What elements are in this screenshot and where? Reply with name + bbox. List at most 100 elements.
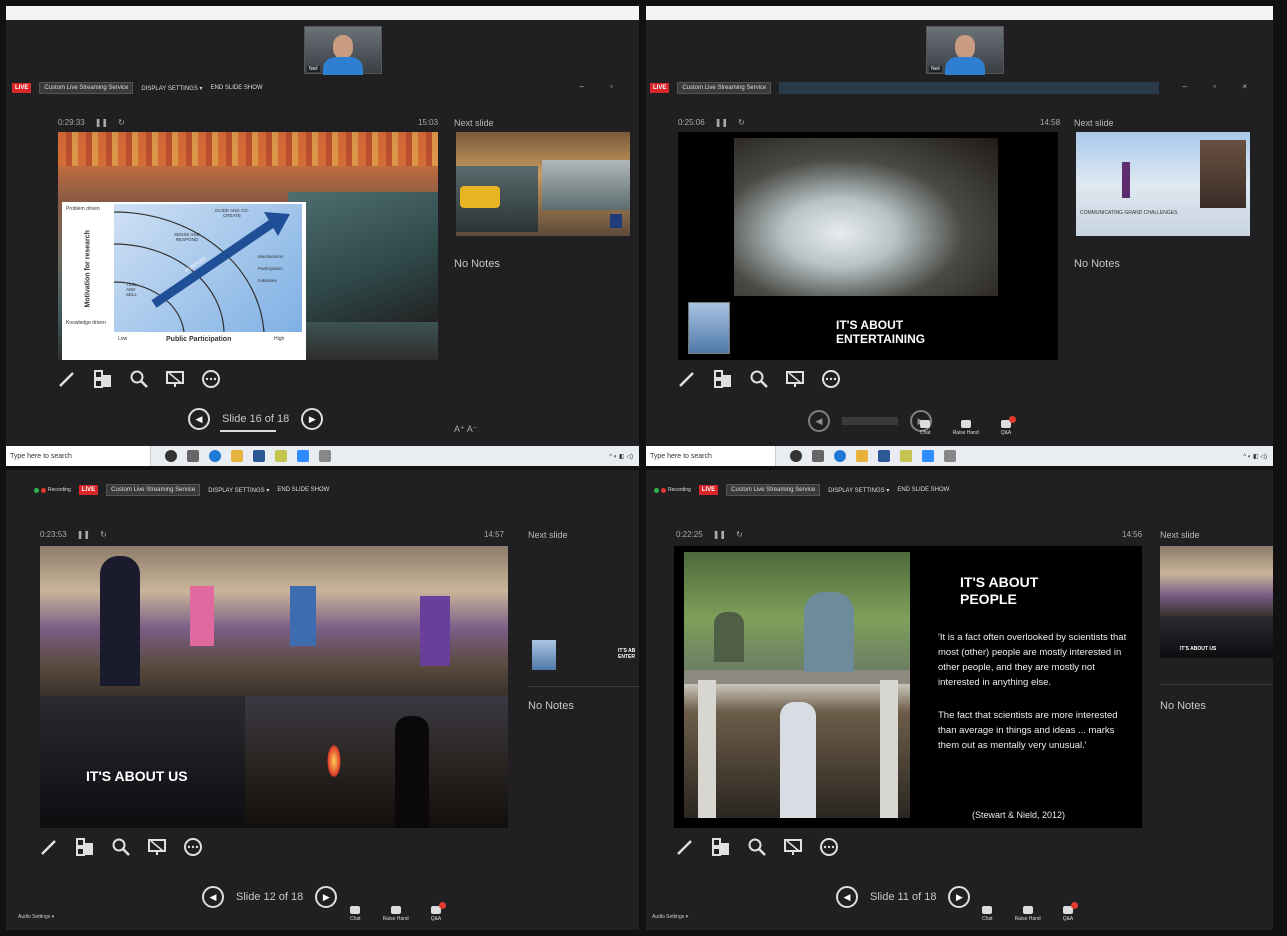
zoom-icon[interactable] bbox=[128, 368, 150, 390]
task-view-icon[interactable] bbox=[812, 450, 824, 462]
previous-slide-button[interactable]: ◀ bbox=[836, 886, 858, 908]
explorer-icon[interactable] bbox=[856, 450, 868, 462]
zoom-icon[interactable] bbox=[748, 368, 770, 390]
pen-icon[interactable] bbox=[38, 836, 60, 858]
pause-icon[interactable]: ❚❚ bbox=[77, 530, 90, 539]
presenter-toolbar: LIVE Custom Live Streaming Service – ▫ × bbox=[650, 80, 1273, 96]
app-icon[interactable] bbox=[944, 450, 956, 462]
taskbar-search[interactable]: Type here to search bbox=[646, 446, 776, 466]
presenter-view-slide-11: Recording LIVE Custom Live Streaming Ser… bbox=[646, 470, 1273, 930]
slide-tools bbox=[674, 836, 840, 858]
raise-hand-button[interactable]: Raise Hand bbox=[383, 906, 409, 922]
recording-indicator: Recording bbox=[34, 487, 71, 493]
stream-tab[interactable]: Custom Live Streaming Service bbox=[39, 82, 134, 94]
next-slide-label: Next slide bbox=[528, 530, 568, 540]
pause-icon[interactable]: ❚❚ bbox=[715, 118, 728, 127]
qa-button[interactable]: Q&A bbox=[1063, 902, 1078, 922]
more-options-icon[interactable] bbox=[182, 836, 204, 858]
more-options-icon[interactable] bbox=[820, 368, 842, 390]
next-slide-thumbnail[interactable] bbox=[456, 132, 630, 236]
text-size-icon[interactable]: A⁺ A⁻ bbox=[454, 424, 478, 435]
pen-icon[interactable] bbox=[676, 368, 698, 390]
pen-icon[interactable] bbox=[674, 836, 696, 858]
pause-icon[interactable]: ❚❚ bbox=[95, 118, 108, 127]
elapsed-timer: 0:23:53 ❚❚ ↻ bbox=[40, 530, 107, 539]
stream-tab[interactable]: Custom Live Streaming Service bbox=[726, 484, 821, 496]
previous-slide-button[interactable]: ◀ bbox=[202, 886, 224, 908]
cortana-icon[interactable] bbox=[790, 450, 802, 462]
black-screen-icon[interactable] bbox=[164, 368, 186, 390]
audio-settings-button[interactable]: Audio Settings ▾ bbox=[652, 914, 688, 920]
next-slide-button[interactable]: ▶ bbox=[301, 408, 324, 430]
black-screen-icon[interactable] bbox=[782, 836, 804, 858]
display-settings-button[interactable]: DISPLAY SETTINGS ▾ bbox=[141, 85, 202, 92]
chat-button[interactable]: Chat bbox=[350, 906, 361, 922]
elapsed-timer: 0:29:33 ❚❚ ↻ bbox=[58, 118, 125, 127]
reset-icon[interactable]: ↻ bbox=[118, 118, 125, 127]
end-slide-show-button[interactable]: END SLIDE SHOW bbox=[277, 487, 329, 493]
app-icon[interactable] bbox=[319, 450, 331, 462]
see-all-slides-icon[interactable] bbox=[710, 836, 732, 858]
diagram-x-label: Public Participation bbox=[166, 336, 232, 343]
store-icon[interactable] bbox=[878, 450, 890, 462]
window-controls[interactable]: – ▫ × bbox=[1183, 82, 1259, 91]
window-controls[interactable]: – ▫ bbox=[579, 82, 625, 91]
edge-icon[interactable] bbox=[834, 450, 846, 462]
qa-button[interactable]: Q&A bbox=[431, 902, 446, 922]
reset-icon[interactable]: ↻ bbox=[736, 530, 743, 539]
previous-slide-button[interactable]: ◀ bbox=[808, 410, 830, 432]
next-slide-thumbnail[interactable]: IT'S ABOUT US bbox=[1160, 546, 1273, 658]
explorer-icon[interactable] bbox=[231, 450, 243, 462]
slide-counter[interactable]: Slide 12 of 18 bbox=[236, 891, 303, 903]
next-slide-button[interactable]: ▶ bbox=[315, 886, 338, 908]
display-settings-button[interactable]: DISPLAY SETTINGS ▾ bbox=[828, 487, 889, 494]
system-tray[interactable]: ^ ◐ ◧ ◁) bbox=[609, 453, 633, 460]
more-options-icon[interactable] bbox=[818, 836, 840, 858]
reset-icon[interactable]: ↻ bbox=[738, 118, 745, 127]
live-badge: LIVE bbox=[698, 485, 719, 495]
pause-icon[interactable]: ❚❚ bbox=[713, 530, 726, 539]
end-slide-show-button[interactable]: END SLIDE SHOW bbox=[211, 85, 263, 91]
slide-counter[interactable]: Slide 11 of 18 bbox=[870, 891, 936, 903]
see-all-slides-icon[interactable] bbox=[712, 368, 734, 390]
raise-hand-button[interactable]: Raise Hand bbox=[1015, 906, 1041, 922]
pen-icon[interactable] bbox=[56, 368, 78, 390]
windows-taskbar: Type here to search ^ ◐ ◧ ◁) bbox=[646, 446, 1273, 466]
more-options-icon[interactable] bbox=[200, 368, 222, 390]
black-screen-icon[interactable] bbox=[146, 836, 168, 858]
notes-icon[interactable] bbox=[275, 450, 287, 462]
qa-button[interactable]: Q&A bbox=[1001, 416, 1016, 436]
audio-settings-button[interactable]: Audio Settings ▾ bbox=[18, 914, 54, 920]
zoom-icon[interactable] bbox=[746, 836, 768, 858]
next-slide-button[interactable]: ▶ bbox=[948, 886, 971, 908]
see-all-slides-icon[interactable] bbox=[92, 368, 114, 390]
system-tray[interactable]: ^ ◐ ◧ ◁) bbox=[1243, 453, 1267, 460]
see-all-slides-icon[interactable] bbox=[74, 836, 96, 858]
presenter-view-slide-12: Recording LIVE Custom Live Streaming Ser… bbox=[6, 470, 639, 930]
taskbar-search[interactable]: Type here to search bbox=[6, 446, 151, 466]
reset-icon[interactable]: ↻ bbox=[100, 530, 107, 539]
task-view-icon[interactable] bbox=[187, 450, 199, 462]
store-icon[interactable] bbox=[253, 450, 265, 462]
diagram-y-bottom: Knowledge driven bbox=[66, 320, 106, 326]
slide-counter[interactable]: Slide 16 of 18 bbox=[222, 413, 289, 425]
stream-tab[interactable]: Custom Live Streaming Service bbox=[677, 82, 772, 94]
chat-button[interactable]: Chat bbox=[920, 420, 931, 436]
raise-hand-button[interactable]: Raise Hand bbox=[953, 420, 979, 436]
notes-icon[interactable] bbox=[900, 450, 912, 462]
display-settings-button[interactable]: DISPLAY SETTINGS ▾ bbox=[208, 487, 269, 494]
black-screen-icon[interactable] bbox=[784, 368, 806, 390]
next-slide-thumbnail[interactable] bbox=[532, 640, 556, 670]
zoom-icon[interactable] bbox=[110, 836, 132, 858]
end-slide-show-button[interactable]: END SLIDE SHOW bbox=[897, 487, 949, 493]
zoom-app-icon[interactable] bbox=[922, 450, 934, 462]
stream-tab[interactable]: Custom Live Streaming Service bbox=[106, 484, 201, 496]
edge-icon[interactable] bbox=[209, 450, 221, 462]
zoom-meeting-controls: Chat Raise Hand Q&A bbox=[920, 416, 1016, 436]
previous-slide-button[interactable]: ◀ bbox=[188, 408, 210, 430]
quote-paragraph-1: 'It is a fact often overlooked by scient… bbox=[938, 632, 1127, 688]
chat-button[interactable]: Chat bbox=[982, 906, 993, 922]
zoom-app-icon[interactable] bbox=[297, 450, 309, 462]
next-slide-thumbnail[interactable]: COMMUNICATING GRAND CHALLENGES bbox=[1076, 132, 1250, 236]
cortana-icon[interactable] bbox=[165, 450, 177, 462]
